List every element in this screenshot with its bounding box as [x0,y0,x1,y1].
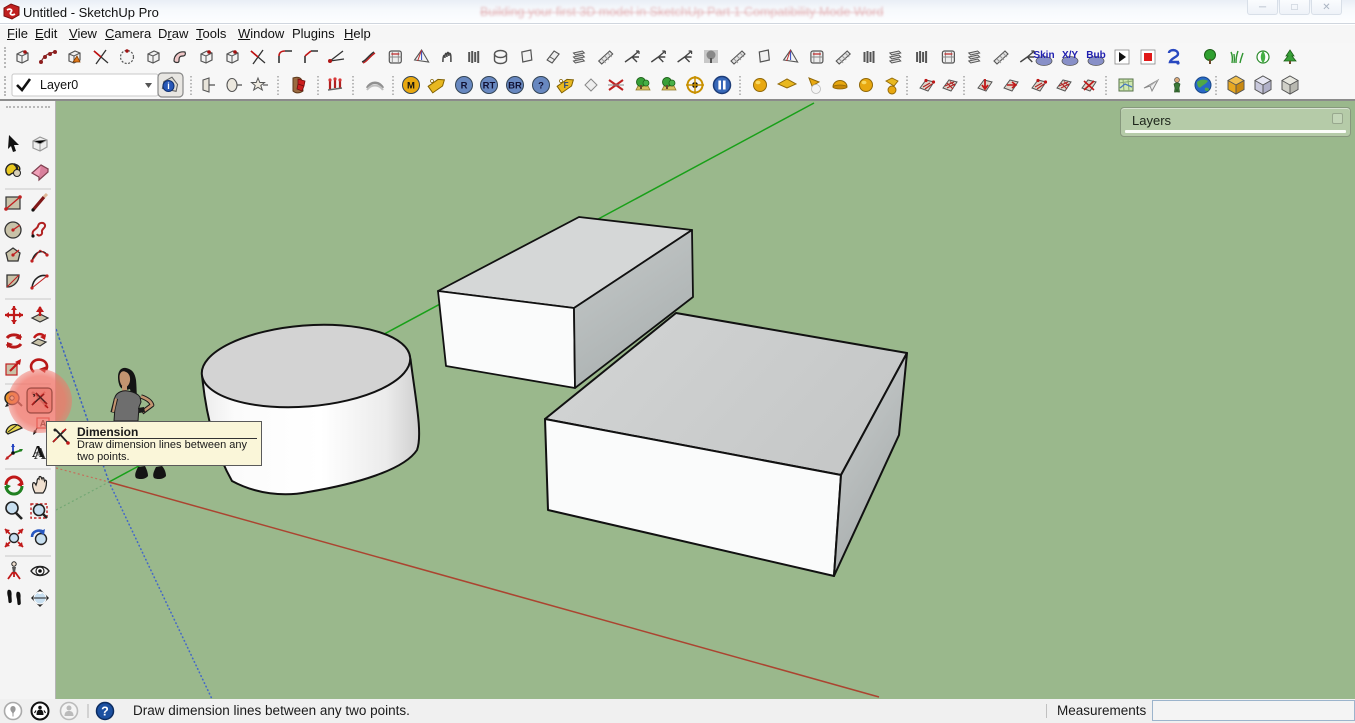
svg-text:F: F [564,81,569,90]
svg-text:M: M [407,81,415,92]
svg-text:?: ? [538,81,544,92]
svg-text:A: A [32,442,45,461]
svg-text:Bub: Bub [1086,50,1105,61]
svg-text:Layer0: Layer0 [40,78,78,92]
svg-text:BR: BR [508,81,522,92]
svg-text:i: i [167,81,170,91]
svg-text:X/Y: X/Y [1062,50,1078,61]
svg-text:RT: RT [483,81,496,92]
svg-text:R: R [461,81,468,92]
svg-text:Skin: Skin [1033,50,1054,61]
svg-text:?: ? [101,705,109,719]
